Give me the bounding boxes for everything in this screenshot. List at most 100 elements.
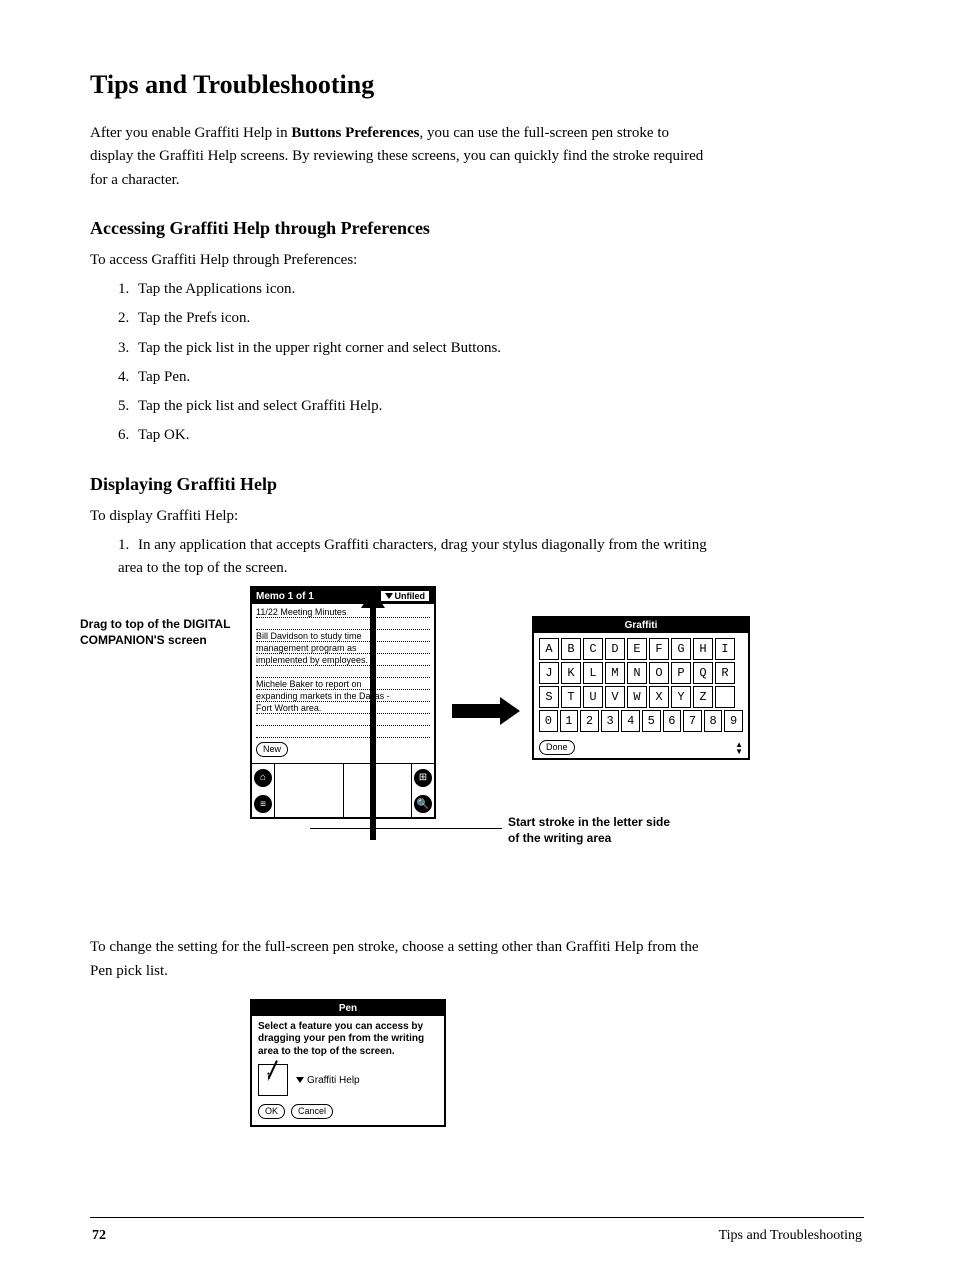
section-accessing-title: Accessing Graffiti Help through Preferen…: [90, 218, 864, 239]
page-heading: Tips and Troubleshooting: [90, 70, 864, 100]
graffiti-cell: Y: [671, 686, 691, 708]
ok-button[interactable]: OK: [258, 1104, 285, 1119]
find-icon[interactable]: 🔍: [414, 795, 432, 813]
graffiti-cell: F: [649, 638, 669, 660]
step-d1: 1.In any application that accepts Graffi…: [118, 534, 718, 581]
pen-instruction: Select a feature you can access by dragg…: [258, 1021, 438, 1059]
graffiti-cell: [715, 686, 735, 708]
graffiti-cell: B: [561, 638, 581, 660]
memo-titlebar: Memo 1 of 1 Unfiled: [252, 588, 434, 604]
step-a4: 4.Tap Pen.: [118, 366, 718, 389]
pen-titlebar: Pen: [252, 1001, 444, 1016]
graffiti-help-screen: Graffiti ABCDEFGHI JKLMNOPQR STUVWXYZ 01…: [532, 616, 750, 760]
intro-paragraph-1: After you enable Graffiti Help in Button…: [90, 122, 710, 192]
step-a6: 6.Tap OK.: [118, 424, 718, 447]
graffiti-cell: S: [539, 686, 559, 708]
writing-area[interactable]: [274, 764, 412, 817]
home-icon[interactable]: ⌂: [254, 769, 272, 787]
memo-line: 11/22 Meeting Minutes: [256, 606, 430, 618]
done-button[interactable]: Done: [539, 740, 575, 755]
memo-line: expanding markets in the Dallas -: [256, 690, 430, 702]
step-a3: 3.Tap the pick list in the upper right c…: [118, 337, 718, 360]
memo-category-picker[interactable]: Unfiled: [380, 590, 431, 602]
graffiti-cell: 1: [560, 710, 579, 732]
graffiti-cell: 0: [539, 710, 558, 732]
memo-line: [256, 726, 430, 738]
pen-dialog: Pen Select a feature you can access by d…: [250, 999, 446, 1128]
memo-line: [256, 618, 430, 630]
writing-numbers[interactable]: [343, 764, 412, 817]
graffiti-cell: D: [605, 638, 625, 660]
graffiti-cell: G: [671, 638, 691, 660]
new-button[interactable]: New: [256, 742, 288, 757]
memo-line: Michele Baker to report on: [256, 678, 430, 690]
memo-line: Bill Davidson to study time: [256, 630, 430, 642]
page-footer: 72 Tips and Troubleshooting: [90, 1228, 864, 1244]
graffiti-cell: I: [715, 638, 735, 660]
graffiti-cell: M: [605, 662, 625, 684]
graffiti-cell: C: [583, 638, 603, 660]
graffiti-grid: ABCDEFGHI JKLMNOPQR STUVWXYZ 0123456789: [534, 633, 748, 737]
to-display-line: To display Graffiti Help:: [90, 505, 864, 528]
stroke-arrow-icon: [370, 604, 376, 840]
dropdown-icon: [385, 593, 393, 599]
pointer-line: [310, 828, 502, 829]
graffiti-cell: U: [583, 686, 603, 708]
memo-line: Fort Worth area.: [256, 702, 430, 714]
page-number: 72: [92, 1228, 106, 1244]
graffiti-title: Graffiti: [625, 620, 658, 631]
graffiti-cell: R: [715, 662, 735, 684]
callout-drag: Drag to top of the DIGITAL COMPANION'S s…: [80, 616, 240, 648]
figure-pen-dialog: Pen Select a feature you can access by d…: [90, 999, 864, 1189]
graffiti-cell: 4: [621, 710, 640, 732]
footer-rule: [90, 1217, 864, 1218]
graffiti-cell: K: [561, 662, 581, 684]
intro-paragraph-2: To change the setting for the full-scree…: [90, 936, 710, 983]
step-a5: 5.Tap the pick list and select Graffiti …: [118, 395, 718, 418]
menu-icon[interactable]: ≡: [254, 795, 272, 813]
graffiti-cell: N: [627, 662, 647, 684]
memo-line: [256, 714, 430, 726]
graffiti-cell: 9: [724, 710, 743, 732]
graffiti-cell: O: [649, 662, 669, 684]
intro-1b: Buttons Preferences: [291, 125, 419, 141]
graffiti-cell: 2: [580, 710, 599, 732]
graffiti-cell: 5: [642, 710, 661, 732]
to-access-line: To access Graffiti Help through Preferen…: [90, 249, 864, 272]
memo-body[interactable]: 11/22 Meeting Minutes Bill Davidson to s…: [252, 604, 434, 763]
graffiti-titlebar: Graffiti: [534, 618, 748, 633]
graffiti-cell: P: [671, 662, 691, 684]
memo-line: [256, 666, 430, 678]
graffiti-cell: 3: [601, 710, 620, 732]
dropdown-icon: [296, 1077, 304, 1083]
arrow-right-icon: [452, 704, 520, 718]
memo-screen: Memo 1 of 1 Unfiled 11/22 Meeting Minute…: [250, 586, 436, 819]
intro-1a: After you enable Graffiti Help in: [90, 125, 291, 141]
graffiti-cell: 7: [683, 710, 702, 732]
pen-picklist[interactable]: Graffiti Help: [296, 1075, 360, 1086]
graffiti-cell: T: [561, 686, 581, 708]
graffiti-cell: Q: [693, 662, 713, 684]
callout-start: Start stroke in the letter side of the w…: [508, 814, 683, 846]
graffiti-cell: V: [605, 686, 625, 708]
graffiti-cell: Z: [693, 686, 713, 708]
step-a1: 1.Tap the Applications icon.: [118, 278, 718, 301]
memo-line: implemented by employees.: [256, 654, 430, 666]
graffiti-cell: H: [693, 638, 713, 660]
graffiti-cell: J: [539, 662, 559, 684]
graffiti-cell: 6: [663, 710, 682, 732]
section-display-title: Displaying Graffiti Help: [90, 474, 864, 495]
graffiti-cell: X: [649, 686, 669, 708]
memo-title: Memo 1 of 1: [256, 591, 314, 602]
silk-area: ⌂ ≡ ⊞ 🔍: [252, 763, 434, 817]
footer-title: Tips and Troubleshooting: [719, 1228, 862, 1244]
pen-stroke-icon: [258, 1064, 288, 1096]
step-a2: 2.Tap the Prefs icon.: [118, 307, 718, 330]
figure-memo-graffiti: Drag to top of the DIGITAL COMPANION'S s…: [90, 586, 864, 926]
writing-letters[interactable]: [275, 764, 343, 817]
scroll-arrows-icon[interactable]: ▲▼: [735, 741, 743, 755]
graffiti-cell: W: [627, 686, 647, 708]
cancel-button[interactable]: Cancel: [291, 1104, 333, 1119]
graffiti-cell: 8: [704, 710, 723, 732]
calc-icon[interactable]: ⊞: [414, 769, 432, 787]
